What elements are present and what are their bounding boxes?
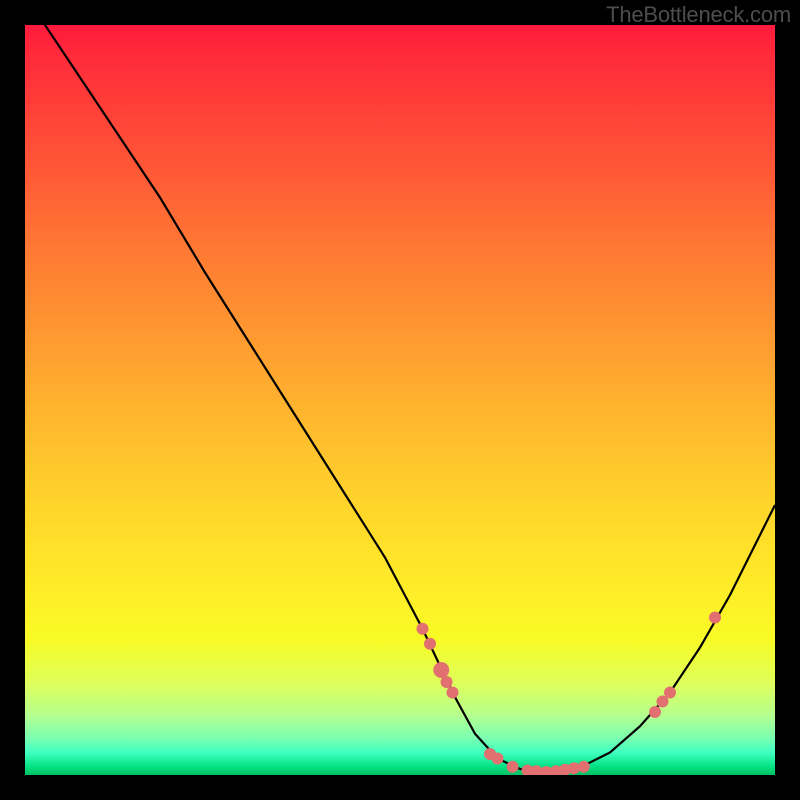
data-point: [709, 612, 721, 624]
data-point: [424, 638, 436, 650]
marker-group: [417, 612, 722, 776]
watermark-text: TheBottleneck.com: [606, 2, 791, 28]
data-point: [447, 687, 459, 699]
data-point: [507, 761, 519, 773]
chart-frame: [25, 25, 775, 775]
data-point: [417, 623, 429, 635]
data-point: [441, 676, 453, 688]
chart-plot: [25, 25, 775, 775]
data-point: [664, 687, 676, 699]
data-point: [649, 706, 661, 718]
data-point: [492, 753, 504, 765]
data-point: [433, 662, 449, 678]
curve-line: [25, 25, 775, 772]
data-point: [578, 761, 590, 773]
